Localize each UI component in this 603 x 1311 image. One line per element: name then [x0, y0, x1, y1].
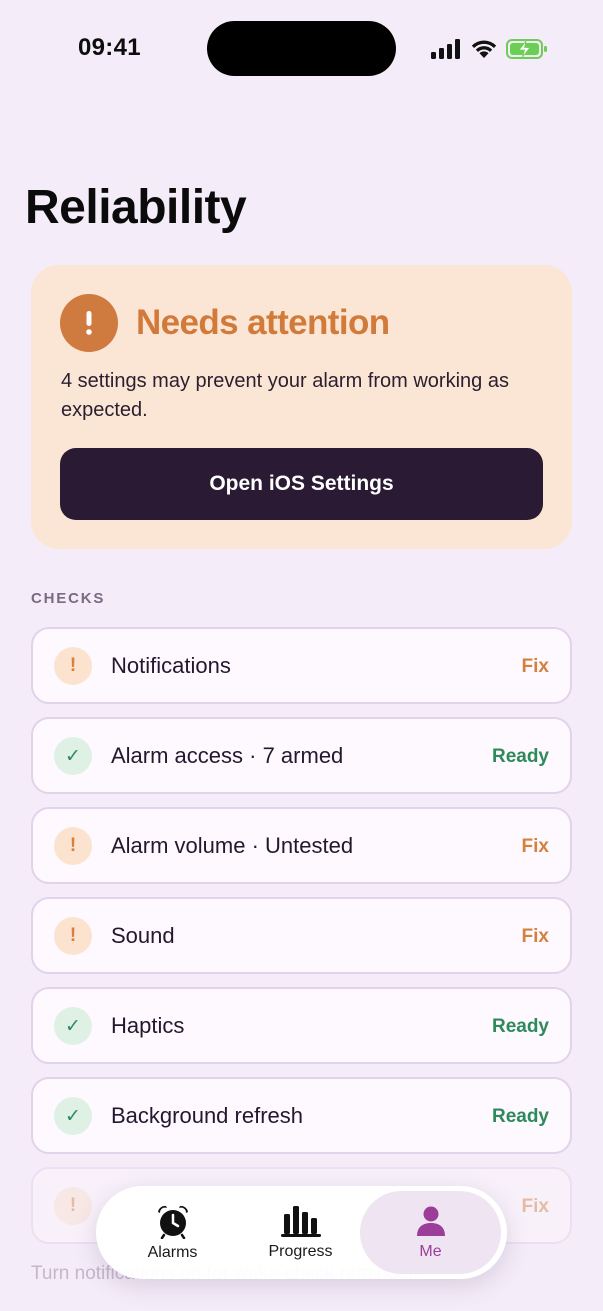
bar-chart-icon — [280, 1206, 321, 1237]
fix-link[interactable]: Fix — [522, 926, 549, 948]
status-time: 09:41 — [78, 34, 141, 61]
check-row-haptics[interactable]: ✓ Haptics Ready — [31, 987, 572, 1064]
check-row-notifications[interactable]: ! Notifications Fix — [31, 627, 572, 704]
attention-description: 4 settings may prevent your alarm from w… — [61, 370, 509, 421]
ready-status: Ready — [491, 1016, 549, 1037]
checkmark-icon: ✓ — [54, 1007, 92, 1045]
cellular-signal-icon — [431, 39, 460, 59]
tab-label: Me — [419, 1243, 442, 1260]
warning-icon: ! — [54, 1187, 92, 1225]
fix-link[interactable]: Fix — [522, 656, 549, 678]
warning-icon: ! — [54, 827, 92, 865]
wifi-icon — [471, 40, 497, 58]
check-label: Notifications — [111, 653, 231, 678]
ready-status: Ready — [491, 1106, 549, 1127]
fix-link[interactable]: Fix — [522, 1196, 549, 1218]
check-row-sound[interactable]: ! Sound Fix — [31, 897, 572, 974]
status-bar: 09:41 — [0, 0, 603, 100]
check-row-alarm-access[interactable]: ✓ Alarm access · 7 armed Ready — [31, 717, 572, 794]
attention-card: Needs attention 4 settings may prevent y… — [31, 265, 572, 549]
check-row-background-refresh[interactable]: ✓ Background refresh Ready — [31, 1077, 572, 1154]
check-label: Sound — [111, 923, 175, 948]
attention-title: Needs attention — [136, 303, 390, 342]
tab-bar: Alarms Progress Me — [96, 1186, 507, 1279]
tab-me[interactable]: Me — [360, 1191, 501, 1274]
check-label: Alarm volume · Untested — [111, 833, 354, 858]
check-label: Haptics — [111, 1013, 185, 1038]
page-title: Reliability — [25, 181, 247, 234]
checks-section-label: CHECKS — [31, 590, 106, 607]
check-row-alarm-volume[interactable]: ! Alarm volume · Untested Fix — [31, 807, 572, 884]
alarm-clock-icon — [157, 1205, 188, 1239]
checkmark-icon: ✓ — [54, 737, 92, 775]
tab-progress[interactable]: Progress — [254, 1186, 347, 1279]
fix-link[interactable]: Fix — [522, 836, 549, 858]
warning-icon: ! — [54, 917, 92, 955]
warning-icon: ! — [54, 647, 92, 685]
checkmark-icon: ✓ — [54, 1097, 92, 1135]
check-label: Alarm access · 7 armed — [111, 743, 344, 768]
status-icons — [431, 36, 548, 62]
ready-status: Ready — [491, 746, 549, 767]
open-ios-settings-button[interactable]: Open iOS Settings — [60, 448, 543, 520]
exclamation-icon — [60, 294, 118, 352]
check-label: Background refresh — [111, 1103, 303, 1128]
tab-label: Progress — [268, 1243, 333, 1260]
battery-charging-icon — [506, 39, 547, 59]
tab-alarms[interactable]: Alarms — [126, 1186, 219, 1279]
person-icon — [416, 1206, 445, 1236]
tab-label: Alarms — [147, 1244, 198, 1261]
dynamic-island — [207, 21, 396, 76]
